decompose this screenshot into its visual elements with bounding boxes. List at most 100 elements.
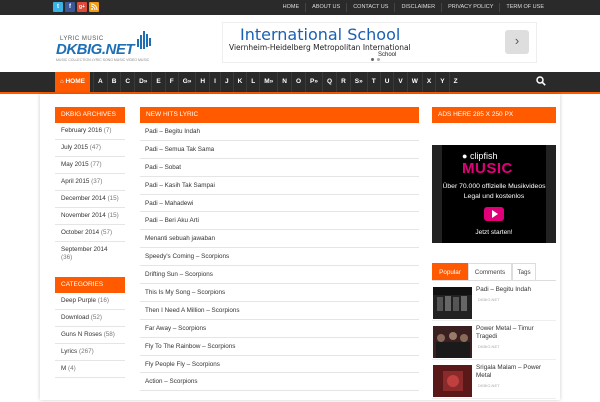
twitter-icon[interactable]: t [53,2,63,12]
top-link-contact[interactable]: CONTACT US [346,3,394,12]
popular-item[interactable]: Padi – Begitu Indah DKBIG.NET [432,285,556,321]
category-item[interactable]: Deep Purple (16) [55,293,125,310]
clipfish-cta[interactable]: Jetzt starten! [432,229,556,236]
top-link-disclaimer[interactable]: DISCLAIMER [394,3,441,12]
nav-letter[interactable]: L [246,72,259,92]
archive-item[interactable]: July 2015 (47) [55,140,125,157]
tab-popular[interactable]: Popular [432,263,468,280]
lyric-link[interactable]: Padi – Kasih Tak Sampai [140,177,419,195]
popular-title[interactable]: Srigala Malam – Power Metal [476,364,554,380]
category-item[interactable]: M (4) [55,361,125,378]
clipfish-ad[interactable]: ● clipfish MUSIC Über 70.000 offizielle … [432,145,556,243]
nav-letter[interactable]: X [421,72,435,92]
top-link-privacy[interactable]: PRIVACY POLICY [441,3,499,12]
archive-item[interactable]: October 2014 (57) [55,225,125,242]
top-bar: t f g+ HOME ABOUT US CONTACT US DISCLAIM… [0,0,600,15]
category-item[interactable]: Guns N Roses (58) [55,327,125,344]
nav-letter[interactable]: I [209,72,220,92]
nav-letters: A B C D» E F G» H I J K L M» N O P» Q R … [93,72,462,92]
lyric-link[interactable]: Padi – Sobat [140,159,419,177]
nav-letter[interactable]: J [219,72,233,92]
nav-letter[interactable]: Z [448,72,462,92]
lyric-link[interactable]: Fly People Fly – Scorpions [140,356,419,374]
nav-letter[interactable]: T [366,72,380,92]
archive-item[interactable]: February 2016 (7) [55,123,125,140]
post-thumbnail[interactable] [433,365,472,397]
search-icon[interactable] [536,76,546,86]
category-label: Guns N Roses [61,331,102,338]
nav-letter[interactable]: U [379,72,394,92]
google-plus-icon[interactable]: g+ [77,2,87,12]
clipfish-music: MUSIC [462,160,513,177]
archive-item[interactable]: April 2015 (37) [55,174,125,191]
nav-letter[interactable]: Q [322,72,336,92]
tab-tags[interactable]: Tags [512,263,536,280]
popular-item[interactable]: Power Metal – Timur Tragedi DKBIG.NET [432,324,556,360]
category-label: Deep Purple [61,297,97,304]
nav-letter[interactable]: S» [349,72,367,92]
lyric-link[interactable]: Padi – Mahadewi [140,195,419,213]
lyric-link[interactable]: Speedy's Coming – Scorpions [140,248,419,267]
top-link-home[interactable]: HOME [277,3,306,12]
nav-letter[interactable]: D» [134,72,151,92]
archive-label: October 2014 [61,229,100,236]
nav-letter[interactable]: V [393,72,406,92]
popular-title[interactable]: Padi – Begitu Indah [476,286,554,294]
archive-item[interactable]: December 2014 (15) [55,191,125,208]
category-item[interactable]: Download (52) [55,310,125,327]
nav-letter[interactable]: F [164,72,178,92]
nav-letter[interactable]: B [106,72,121,92]
left-sidebar: DKBIG ARCHIVES February 2016 (7) July 20… [55,107,125,378]
archive-count: (7) [103,127,112,134]
tab-comments[interactable]: Comments [468,263,512,280]
nav-letter[interactable]: M» [259,72,277,92]
category-count: (52) [90,314,102,321]
nav-letter[interactable]: O [290,72,305,92]
sidebar-tabs: Popular Comments Tags [432,263,556,281]
archive-item[interactable]: September 2014 (36) [55,242,125,266]
nav-letter[interactable]: C [120,72,134,92]
nav-home[interactable]: ⌂ HOME [55,72,90,92]
lyric-link[interactable]: Menanti sebuah jawaban [140,230,419,249]
nav-letter[interactable]: E [151,72,164,92]
archive-item[interactable]: November 2014 (15) [55,208,125,225]
chevron-right-icon[interactable]: › [505,30,529,54]
nav-letter[interactable]: K [232,72,247,92]
ad-pager [371,58,380,61]
lyric-link[interactable]: Drifting Sun – Scorpions [140,266,419,285]
facebook-icon[interactable]: f [65,2,75,12]
nav-letter[interactable]: N [277,72,291,92]
post-thumbnail[interactable] [433,287,472,319]
nav-letter[interactable]: W [406,72,422,92]
play-icon[interactable] [484,207,504,221]
popular-item[interactable]: Srigala Malam – Power Metal DKBIG.NET [432,363,556,399]
header-ad-banner[interactable]: International School Viernheim-Heidelber… [222,22,537,63]
category-count: (58) [103,331,115,338]
lyric-link[interactable]: Fly To The Rainbow – Scorpions [140,338,419,356]
lyric-link[interactable]: Padi – Semua Tak Sama [140,141,419,159]
nav-letter[interactable]: A [93,72,107,92]
popular-title[interactable]: Power Metal – Timur Tragedi [476,325,554,341]
lyric-link[interactable]: Action – Scorpions [140,373,419,392]
lyric-link[interactable]: Padi – Begitu Indah [140,123,419,141]
nav-letter[interactable]: H [195,72,209,92]
nav-letter[interactable]: R [336,72,350,92]
nav-letter[interactable]: G» [177,72,196,92]
lyric-link[interactable]: Far Away – Scorpions [140,320,419,338]
archive-label: February 2016 [61,127,102,134]
lyric-link[interactable]: Then I Need A Million – Scorpions [140,302,419,320]
archive-item[interactable]: May 2015 (77) [55,157,125,174]
nav-letter[interactable]: P» [305,72,322,92]
lyric-link[interactable]: This Is My Song – Scorpions [140,284,419,302]
rss-icon[interactable] [89,2,99,12]
category-item[interactable]: Lyrics (267) [55,344,125,361]
category-count: (4) [68,365,76,372]
archive-count: (57) [100,229,113,236]
post-thumbnail[interactable] [433,326,472,358]
nav-letter[interactable]: Y [435,72,448,92]
top-link-about[interactable]: ABOUT US [305,3,346,12]
top-link-terms[interactable]: TERM OF USE [499,3,550,12]
lyric-link[interactable]: Padi – Beri Aku Arti [140,212,419,231]
site-logo[interactable]: LYRIC MUSIC DKBIG.NET MUSIC COLLECTION L… [56,25,156,63]
main-nav: ⌂ HOME A B C D» E F G» H I J K L M» N O … [0,72,600,94]
